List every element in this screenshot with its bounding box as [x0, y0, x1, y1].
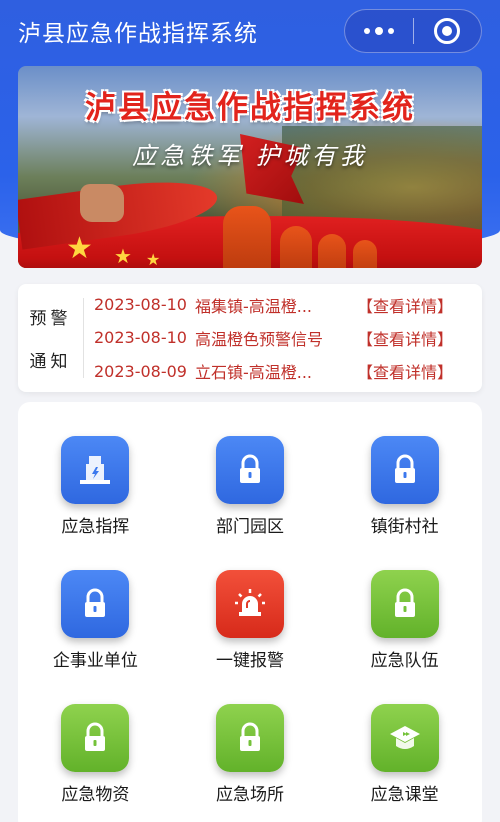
title-bar: 泸县应急作战指挥系统 — [0, 0, 500, 62]
notice-item[interactable]: 2023-08-09 立石镇-高温橙... 【查看详情】 — [94, 359, 482, 383]
more-dot-icon — [374, 27, 383, 35]
tile-label: 应急物资 — [61, 785, 130, 805]
tile-emergency-command[interactable]: 应急指挥 — [18, 436, 173, 570]
tile-label: 镇街村社 — [370, 517, 439, 537]
graduation-cap-icon — [370, 704, 439, 772]
tile-label: 企事业单位 — [52, 651, 138, 671]
tile-label: 部门园区 — [215, 517, 284, 537]
tile-one-click-alarm[interactable]: 一键报警 — [173, 570, 328, 704]
feature-grid: 应急指挥 部门园区 镇街村社 企事业单位 一键报警 应急队伍 应急物资 应急场所… — [18, 402, 482, 822]
lock-icon — [215, 436, 284, 504]
tile-label: 应急场所 — [215, 785, 284, 805]
more-dot-icon — [363, 28, 370, 34]
warning-notice-card: 预警 通知 2023-08-10 福集镇-高温橙... 【查看详情】 2023-… — [18, 284, 482, 392]
tile-label: 应急指挥 — [61, 517, 130, 537]
notice-date: 2023-08-10 — [94, 328, 187, 348]
lock-icon — [370, 570, 439, 638]
lock-icon — [370, 436, 439, 504]
notice-list: 2023-08-10 福集镇-高温橙... 【查看详情】 2023-08-10 … — [84, 284, 482, 392]
lock-icon — [215, 704, 284, 772]
notice-text: 福集镇-高温橙... — [194, 296, 313, 316]
notice-label: 预警 通知 — [18, 298, 84, 378]
star-icon: ★ — [146, 250, 161, 268]
lock-icon — [61, 704, 130, 772]
building-icon — [61, 436, 130, 504]
notice-item[interactable]: 2023-08-10 福集镇-高温橙... 【查看详情】 — [94, 293, 482, 317]
banner-firefighter — [353, 240, 377, 268]
banner-slogan: 应急铁军 护城有我 — [132, 142, 368, 170]
close-button[interactable] — [414, 10, 482, 52]
view-details-link[interactable]: 【查看详情】 — [357, 293, 453, 317]
tile-department-park[interactable]: 部门园区 — [173, 436, 328, 570]
app-title: 泸县应急作战指挥系统 — [18, 21, 258, 47]
notice-date: 2023-08-09 — [94, 361, 187, 381]
tile-label: 应急课堂 — [370, 785, 439, 805]
tile-enterprise-unit[interactable]: 企事业单位 — [18, 570, 173, 704]
view-details-link[interactable]: 【查看详情】 — [357, 326, 453, 350]
more-dot-icon — [387, 28, 394, 34]
tile-emergency-supplies[interactable]: 应急物资 — [18, 704, 173, 822]
notice-date: 2023-08-10 — [94, 295, 187, 315]
tile-town-village[interactable]: 镇街村社 — [327, 436, 482, 570]
notice-label-top: 预警 — [29, 309, 72, 329]
tile-label: 一键报警 — [215, 651, 284, 671]
star-icon: ★ — [66, 231, 93, 266]
notice-label-bottom: 通知 — [29, 352, 72, 372]
notice-item[interactable]: 2023-08-10 高温橙色预警信号 【查看详情】 — [94, 326, 482, 350]
notice-text: 高温橙色预警信号 — [194, 329, 323, 349]
tile-label: 应急队伍 — [370, 651, 439, 671]
more-menu-button[interactable] — [345, 10, 413, 52]
banner-firefighter — [318, 234, 346, 268]
tile-emergency-team[interactable]: 应急队伍 — [327, 570, 482, 704]
view-details-link[interactable]: 【查看详情】 — [357, 359, 453, 383]
tile-emergency-shelter[interactable]: 应急场所 — [173, 704, 328, 822]
star-icon: ★ — [114, 244, 132, 268]
banner-firefighter — [223, 206, 271, 268]
siren-icon — [215, 570, 284, 638]
mini-program-capsule — [344, 9, 482, 53]
tile-emergency-classroom[interactable]: 应急课堂 — [327, 704, 482, 822]
target-circle-icon — [434, 18, 461, 44]
banner-fist — [80, 184, 124, 222]
hero-banner[interactable]: ★ ★ ★ 泸县应急作战指挥系统 应急铁军 护城有我 — [18, 66, 482, 268]
notice-text: 立石镇-高温橙... — [194, 363, 313, 383]
banner-title: 泸县应急作战指挥系统 — [85, 90, 415, 126]
banner-firefighter — [280, 226, 312, 268]
lock-icon — [61, 570, 130, 638]
